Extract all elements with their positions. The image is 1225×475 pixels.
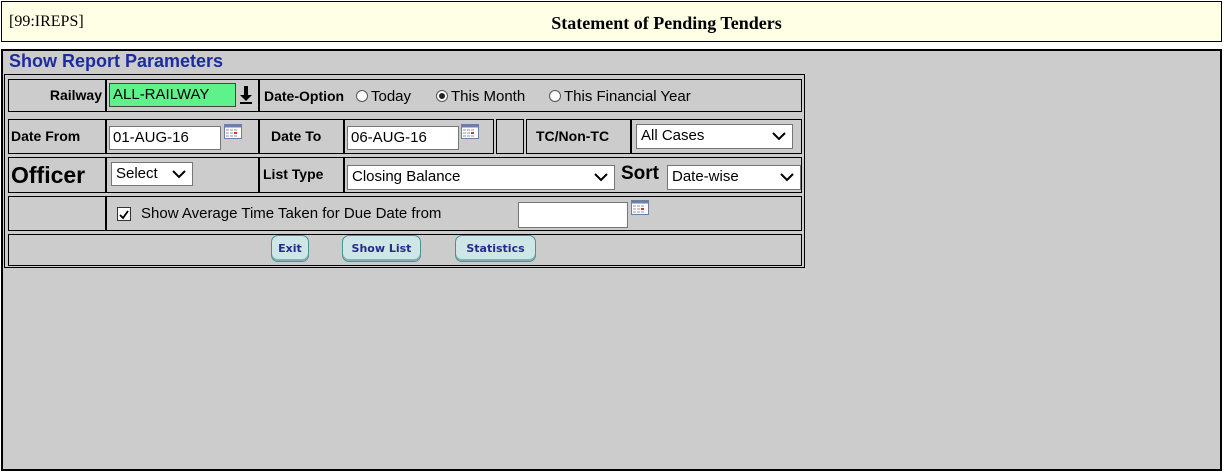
date-from-label: Date From [11,128,81,144]
railway-value-cell: ALL-RAILWAY [106,79,259,112]
list-type-select-value: Closing Balance [352,168,461,185]
report-parameters-legend[interactable]: Show Report Parameters [9,51,223,72]
chevron-down-icon [780,173,794,182]
checkmark-icon [119,210,129,220]
date-to-calendar-icon[interactable] [461,124,479,139]
railway-label: Railway [49,87,102,103]
chevron-down-icon [172,170,186,179]
date-to-label: Date To [271,128,322,144]
chevron-down-icon [594,173,608,182]
list-type-label-cell: List Type [259,157,344,193]
railway-label-cell: Railway [8,79,106,112]
list-type-label: List Type [263,166,324,182]
date-option-cell: Date-Option Today This Month This Financ… [259,79,802,112]
download-icon[interactable] [239,85,253,105]
radio-today[interactable]: Today [352,88,411,105]
date-to-label-cell: Date To [259,119,344,154]
list-type-cell: Closing Balance Sort Date-wise [344,157,802,193]
officer-label: Officer [11,162,86,188]
empty-cell [496,119,524,154]
tc-label: TC/Non-TC [536,128,610,144]
avg-time-cell: Show Average Time Taken for Due Date fro… [106,196,802,231]
sort-label: Sort [621,163,659,184]
tc-select[interactable]: All Cases [636,124,793,149]
date-to-cell: 06-AUG-16 [344,119,494,154]
avg-time-checkbox[interactable] [117,207,131,221]
radio-today-label: Today [371,88,412,105]
radio-financial-year-icon[interactable] [549,90,561,102]
radio-this-month-label: This Month [451,88,526,105]
avg-time-calendar-icon[interactable] [631,200,649,215]
statistics-button[interactable]: Statistics [455,235,536,262]
avg-time-date-input[interactable] [518,202,628,228]
avg-time-label: Show Average Time Taken for Due Date fro… [141,205,442,222]
date-from-label-cell: Date From [8,119,106,154]
radio-this-month-icon[interactable] [436,90,448,102]
sort-select-value: Date-wise [672,168,739,185]
exit-button[interactable]: Exit [271,235,309,262]
officer-select[interactable]: Select [111,162,193,186]
date-from-input[interactable]: 01-AUG-16 [109,126,221,150]
radio-financial-year-label: This Financial Year [564,88,691,105]
tc-cell: All Cases [631,119,802,154]
railway-field[interactable]: ALL-RAILWAY [109,83,236,107]
date-from-cell: 01-AUG-16 [106,119,259,154]
date-from-calendar-icon[interactable] [224,124,242,139]
tc-select-value: All Cases [641,127,705,144]
officer-select-value: Select [116,165,158,182]
radio-today-icon[interactable] [356,90,368,102]
title-bar: [99:IREPS] Statement of Pending Tenders [1,1,1222,42]
date-option-label: Date-Option [264,88,345,104]
tc-label-cell: TC/Non-TC [526,119,631,154]
empty-cell [8,196,106,231]
page-title: Statement of Pending Tenders [551,13,782,33]
radio-financial-year[interactable]: This Financial Year [545,88,691,105]
officer-label-cell: Officer [8,157,106,193]
list-type-select[interactable]: Closing Balance [347,165,615,190]
officer-cell: Select [106,157,259,193]
show-list-button[interactable]: Show List [342,235,421,262]
chevron-down-icon [772,132,786,141]
date-to-input[interactable]: 06-AUG-16 [347,126,459,150]
radio-this-month[interactable]: This Month [432,88,525,105]
sort-select[interactable]: Date-wise [667,165,801,190]
